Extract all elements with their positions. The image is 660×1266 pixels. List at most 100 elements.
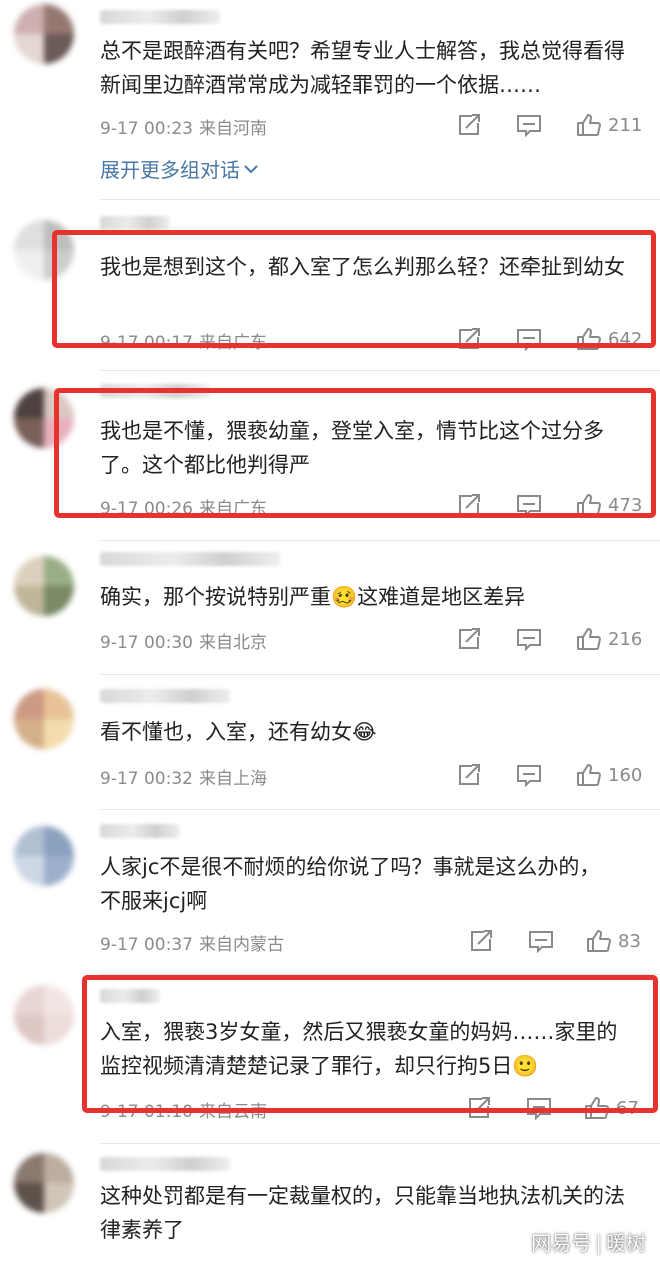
expand-label: 展开更多组对话 <box>100 158 240 182</box>
share-button[interactable] <box>468 928 494 954</box>
share-button[interactable] <box>456 492 482 518</box>
share-icon <box>471 930 492 951</box>
avatar[interactable] <box>14 1153 74 1213</box>
like-button[interactable]: 642 <box>576 326 642 352</box>
comment-icon <box>517 115 541 137</box>
comment-time: 9-17 00:23 <box>100 119 193 139</box>
comment-meta: 9-17 01:10 来自云南 <box>100 1097 267 1122</box>
comment-time: 9-17 00:32 <box>100 769 193 789</box>
like-count: 216 <box>608 628 643 650</box>
divider <box>100 1143 660 1144</box>
watermark-brand: 网易号 <box>531 1231 592 1255</box>
comment-button[interactable] <box>528 928 554 954</box>
comment-button[interactable] <box>516 326 542 352</box>
comment-button[interactable] <box>516 626 542 652</box>
share-icon <box>469 1097 490 1118</box>
comment-location: 来自河南 <box>198 119 267 139</box>
comment-text: 入室，猥亵3岁女童，然后又猥亵女童的妈妈……家里的监控视频清清楚楚记录了罪行，却… <box>100 1020 618 1078</box>
username[interactable] <box>100 1157 230 1171</box>
share-icon <box>459 114 480 135</box>
like-count: 67 <box>616 1097 639 1119</box>
username[interactable] <box>100 552 280 566</box>
comment-icon <box>517 495 541 517</box>
thumbs-up-icon <box>577 764 601 786</box>
comment-item: 入室，猥亵3岁女童，然后又猥亵女童的妈妈……家里的监控视频清清楚楚记录了罪行，却… <box>0 975 660 1145</box>
comment-button[interactable] <box>516 492 542 518</box>
comment-meta: 9-17 00:32 来自上海 <box>100 764 267 789</box>
watermark: 网易号 | 暖树 <box>531 1227 646 1256</box>
comment-item: 总不是跟醉酒有关吧？希望专业人士解答，我总觉得看得新闻里边醉酒常常成为减轻罪罚的… <box>0 0 660 200</box>
comment-item: 我也是不懂，猥亵幼童，登堂入室，情节比这个过分多了。这个都比他判得严 9-17 … <box>0 370 660 541</box>
comment-text: 确实，那个按说特别严重🥴这难道是地区差异 <box>100 585 526 609</box>
comment-item: 我也是想到这个，都入室了怎么判那么轻？还牵扯到幼女 9-17 00:17 来自广东… <box>0 200 660 371</box>
comment-button[interactable] <box>526 1095 552 1121</box>
avatar[interactable] <box>14 689 74 749</box>
like-button[interactable]: 216 <box>576 626 642 652</box>
comment-time: 9-17 00:37 <box>100 935 193 955</box>
username[interactable] <box>100 689 230 703</box>
watermark-author: 暖树 <box>606 1231 646 1255</box>
like-button[interactable]: 473 <box>576 492 642 518</box>
comment-location: 来自广东 <box>198 333 267 353</box>
share-button[interactable] <box>466 1095 492 1121</box>
like-count: 642 <box>608 328 643 350</box>
expand-conversation-link[interactable]: 展开更多组对话 <box>100 154 259 183</box>
comment-text: 人家jc不是很不耐烦的给你说了吗？事就是这么办的，不服来jcj啊 <box>100 855 601 913</box>
avatar[interactable] <box>14 4 74 64</box>
comment-icon <box>529 931 553 953</box>
comment-time: 9-17 00:30 <box>100 633 193 653</box>
thumbs-up-icon <box>585 1097 609 1119</box>
username[interactable] <box>100 384 210 398</box>
like-button[interactable]: 67 <box>584 1095 639 1121</box>
avatar[interactable] <box>14 388 74 448</box>
comment-item: 确实，那个按说特别严重🥴这难道是地区差异 9-17 00:30 来自北京 216 <box>0 540 660 675</box>
comment-location: 来自广东 <box>198 499 267 519</box>
avatar[interactable] <box>14 826 74 886</box>
like-button[interactable]: 83 <box>586 928 641 954</box>
avatar[interactable] <box>14 220 74 280</box>
comment-meta: 9-17 00:30 来自北京 <box>100 628 267 653</box>
chevron-down-icon <box>244 164 258 173</box>
share-icon <box>459 628 480 649</box>
comment-time: 9-17 00:26 <box>100 499 193 519</box>
like-count: 211 <box>608 114 643 136</box>
avatar[interactable] <box>14 556 74 616</box>
like-button[interactable]: 160 <box>576 762 642 788</box>
like-count: 160 <box>608 764 643 786</box>
share-icon <box>459 764 480 785</box>
share-button[interactable] <box>456 112 482 138</box>
comment-icon <box>517 765 541 787</box>
share-button[interactable] <box>456 762 482 788</box>
comment-meta: 9-17 00:37 来自内蒙古 <box>100 930 284 955</box>
comment-text: 总不是跟醉酒有关吧？希望专业人士解答，我总觉得看得新闻里边醉酒常常成为减轻罪罚的… <box>100 39 625 97</box>
comment-button[interactable] <box>516 762 542 788</box>
comment-location: 来自内蒙古 <box>198 935 284 955</box>
share-button[interactable] <box>456 626 482 652</box>
comment-icon <box>517 329 541 351</box>
like-button[interactable]: 211 <box>576 112 642 138</box>
comment-text: 看不懂也，入室，还有幼女😂 <box>100 720 377 744</box>
comment-location: 来自上海 <box>198 769 267 789</box>
like-count: 473 <box>608 494 643 516</box>
watermark-separator: | <box>595 1231 602 1255</box>
thumbs-up-icon <box>577 328 601 350</box>
username[interactable] <box>100 824 180 838</box>
comment-item: 看不懂也，入室，还有幼女😂 9-17 00:32 来自上海 160 <box>0 675 660 810</box>
avatar[interactable] <box>14 985 74 1045</box>
comment-meta: 9-17 00:17 来自广东 <box>100 328 267 353</box>
share-icon <box>459 328 480 349</box>
comment-button[interactable] <box>516 112 542 138</box>
thumbs-up-icon <box>577 114 601 136</box>
comment-time: 9-17 01:10 <box>100 1102 193 1122</box>
like-count: 83 <box>618 930 641 952</box>
thumbs-up-icon <box>577 494 601 516</box>
comment-location: 来自北京 <box>198 633 267 653</box>
username[interactable] <box>100 989 160 1003</box>
share-button[interactable] <box>456 326 482 352</box>
thumbs-up-icon <box>577 628 601 650</box>
comment-icon <box>517 629 541 651</box>
username[interactable] <box>100 216 170 230</box>
username[interactable] <box>100 10 220 24</box>
comment-meta: 9-17 00:26 来自广东 <box>100 494 267 519</box>
share-icon <box>459 494 480 515</box>
